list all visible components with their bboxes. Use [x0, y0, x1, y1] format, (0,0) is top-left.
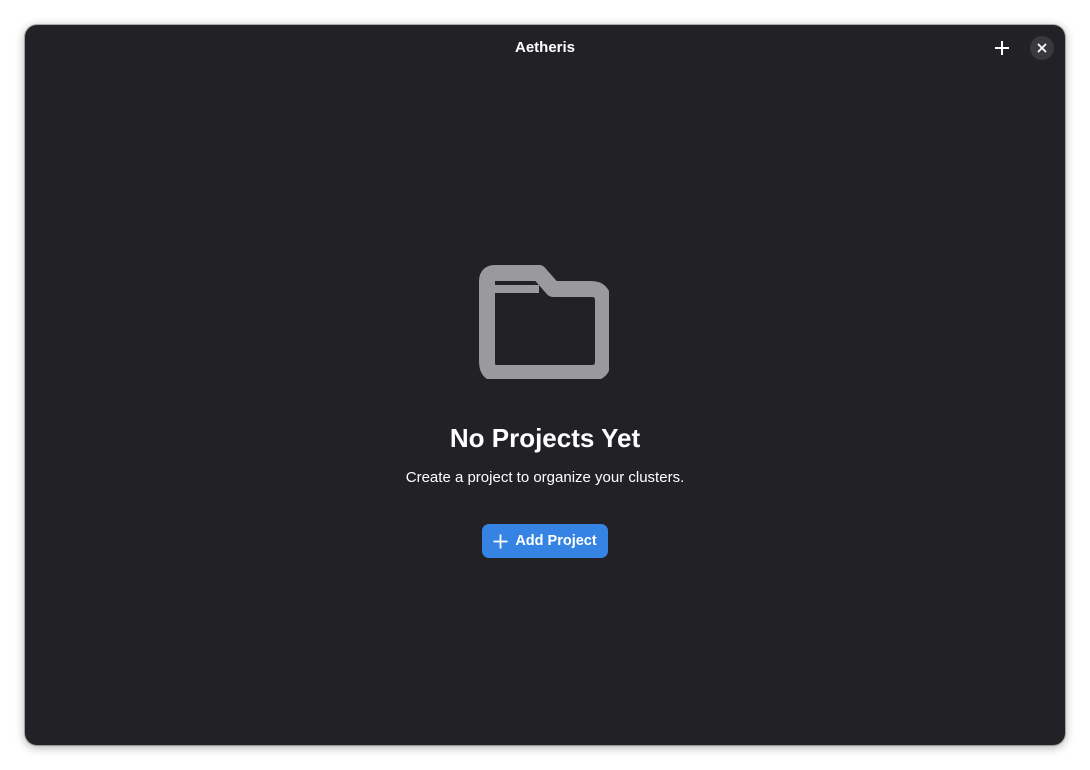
add-project-button[interactable]: Add Project [482, 524, 608, 558]
folder-icon [479, 265, 611, 381]
empty-state: No Projects Yet Create a project to orga… [25, 25, 1065, 745]
app-window: Aetheris No Projects Yet Create a projec… [25, 25, 1065, 745]
empty-state-description: Create a project to organize your cluste… [405, 469, 685, 486]
add-project-label: Add Project [515, 533, 597, 549]
plus-icon [493, 534, 508, 549]
empty-state-title: No Projects Yet [449, 423, 641, 453]
